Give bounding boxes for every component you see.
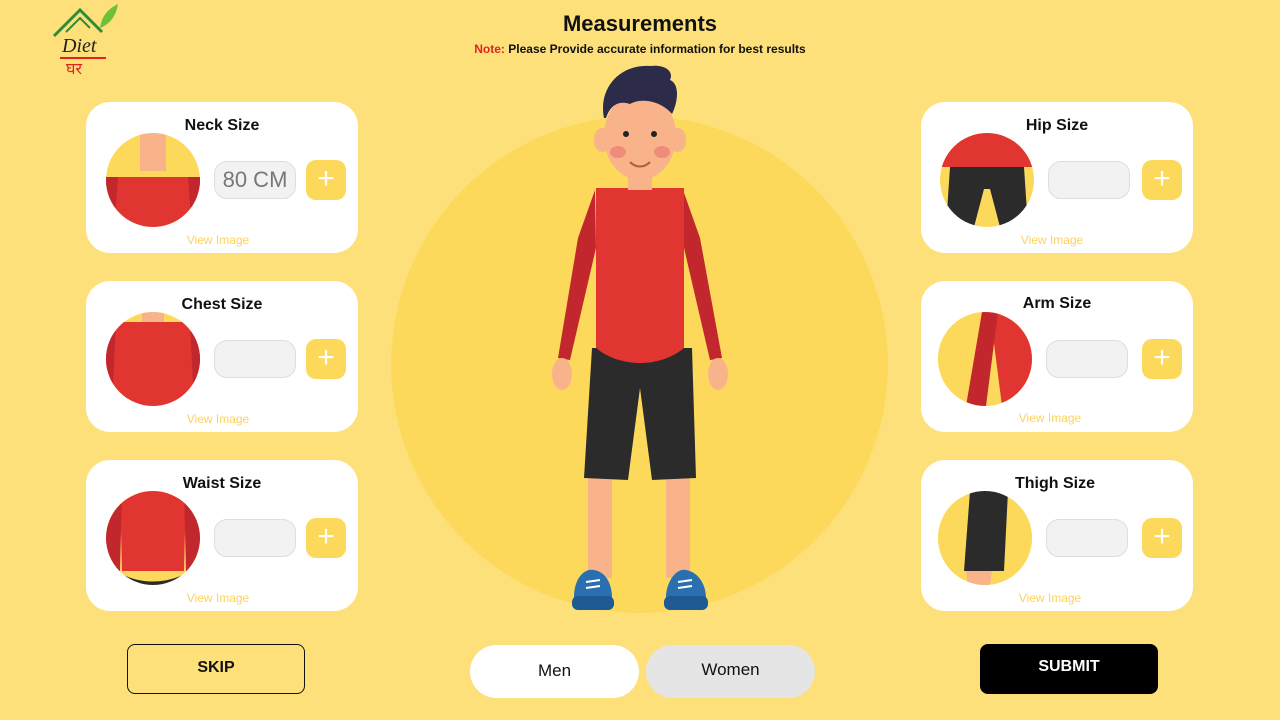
waist-add-button[interactable]: + — [306, 518, 346, 558]
note-line: Note: Please Provide accurate informatio… — [0, 42, 1280, 56]
hip-size-input[interactable] — [1048, 161, 1130, 199]
neck-view-image-link[interactable]: View Image — [166, 233, 270, 247]
thigh-size-card: Thigh Size + View Image — [921, 460, 1193, 611]
thigh-add-button[interactable]: + — [1142, 518, 1182, 558]
hip-view-image-link[interactable]: View Image — [1000, 233, 1104, 247]
logo-text-ghar: घर — [66, 59, 82, 76]
waist-size-title: Waist Size — [182, 475, 262, 492]
arm-icon — [938, 312, 1032, 406]
hip-size-title: Hip Size — [1025, 117, 1089, 134]
gender-men-toggle[interactable]: Men — [470, 645, 639, 698]
neck-size-input[interactable] — [214, 161, 296, 199]
neck-size-card: Neck Size + View Image — [86, 102, 358, 253]
hip-icon — [940, 133, 1034, 227]
neck-icon — [106, 133, 200, 227]
arm-size-input[interactable] — [1046, 340, 1128, 378]
note-label: Note: — [474, 42, 505, 56]
page-title: Measurements — [562, 11, 718, 36]
chest-add-button[interactable]: + — [306, 339, 346, 379]
chest-size-input[interactable] — [214, 340, 296, 378]
chest-size-card: Chest Size + View Image — [86, 281, 358, 432]
arm-view-image-link[interactable]: View Image — [998, 411, 1102, 425]
hip-size-card: Hip Size + View Image — [921, 102, 1193, 253]
submit-button[interactable]: SUBMIT — [980, 644, 1158, 694]
skip-button[interactable]: SKIP — [127, 644, 305, 694]
thigh-size-title: Thigh Size — [1015, 475, 1095, 492]
thigh-icon — [938, 491, 1032, 585]
waist-view-image-link[interactable]: View Image — [166, 591, 270, 605]
note-text: Please Provide accurate information for … — [508, 42, 806, 56]
gender-women-toggle[interactable]: Women — [646, 645, 815, 698]
neck-add-button[interactable]: + — [306, 160, 346, 200]
hip-add-button[interactable]: + — [1142, 160, 1182, 200]
arm-size-title: Arm Size — [1022, 295, 1092, 312]
neck-size-title: Neck Size — [184, 117, 260, 134]
chest-view-image-link[interactable]: View Image — [166, 412, 270, 426]
waist-icon — [106, 491, 200, 585]
waist-size-input[interactable] — [214, 519, 296, 557]
chest-size-title: Chest Size — [181, 296, 263, 313]
man-figure-illustration — [540, 58, 740, 618]
arm-add-button[interactable]: + — [1142, 339, 1182, 379]
chest-icon — [106, 312, 200, 406]
thigh-size-input[interactable] — [1046, 519, 1128, 557]
arm-size-card: Arm Size + View Image — [921, 281, 1193, 432]
thigh-view-image-link[interactable]: View Image — [998, 591, 1102, 605]
waist-size-card: Waist Size + View Image — [86, 460, 358, 611]
